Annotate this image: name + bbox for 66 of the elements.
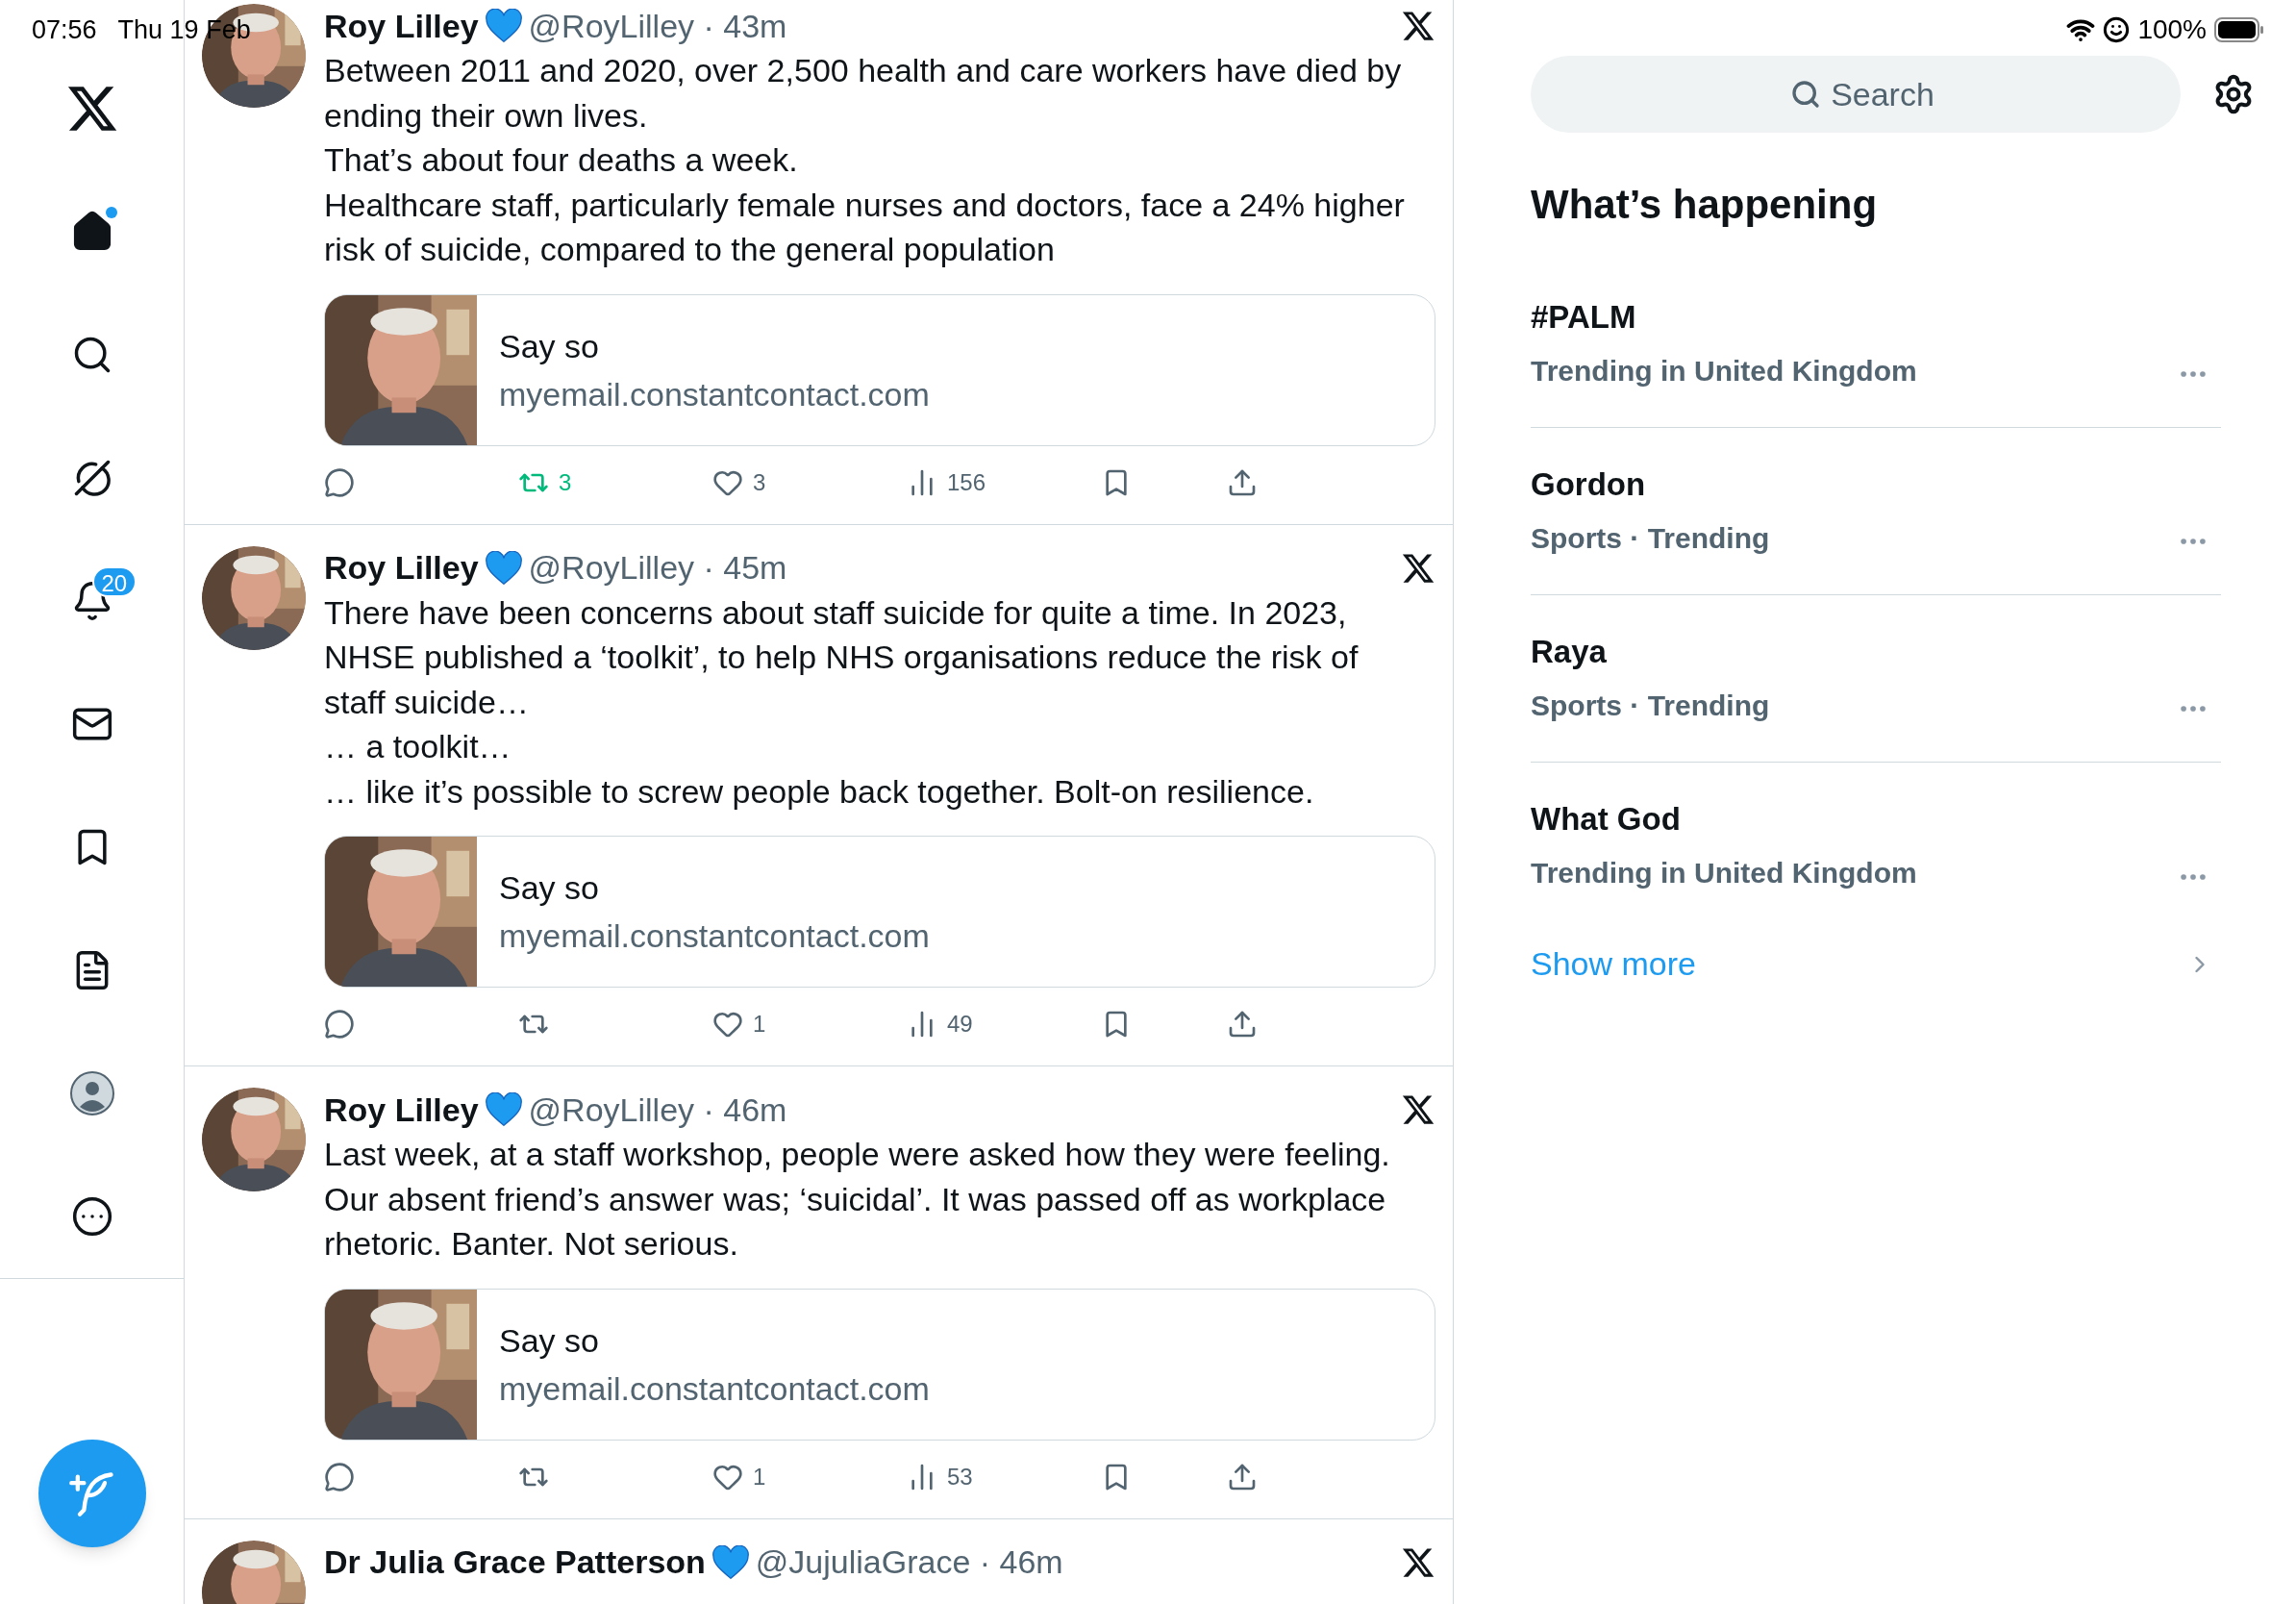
status-time: 07:56: [32, 13, 97, 46]
author-name[interactable]: Dr Julia Grace Patterson: [324, 1538, 706, 1587]
card-domain: myemail.constantcontact.com: [499, 1368, 930, 1409]
reply-button[interactable]: [324, 1461, 355, 1492]
share-button[interactable]: [1227, 1009, 1258, 1040]
trend-title: #PALM: [1531, 297, 1637, 337]
tweet-text: There have been concerns about staff suicide for quite a time. In 2023, NHSE published a ‘toolkit’, to help NHS organisations reduce the risk of staff suicide…: [324, 592, 1360, 722]
tweet-text: Healthcare staff, particularly female nurses and doctors, face a 24% higher risk of suicide, compared to the general population: [324, 185, 1406, 269]
tweet-text: Between 2011 and 2020, over 2,500 health and care workers have died by ending their own lives.: [324, 51, 1403, 136]
search-field[interactable]: Search: [1531, 56, 2181, 133]
tweet-text: That’s about four deaths a week.: [324, 140, 799, 180]
handle-and-time: @JujuliaGrace · 46m: [755, 1542, 1063, 1582]
card-title: Say so: [499, 868, 600, 908]
reply-button[interactable]: [324, 1009, 355, 1040]
speech-bubble-icon: [324, 1461, 355, 1492]
like-button[interactable]: 1: [712, 1459, 766, 1494]
trend-title: Gordon: [1531, 464, 1647, 504]
handle-and-time: @RoyLilley · 46m: [528, 1090, 787, 1130]
tweet-text: … a toolkit…: [324, 727, 512, 766]
like-button[interactable]: 3: [712, 464, 766, 500]
link-card[interactable]: Say so myemail.constantcontact.com: [324, 293, 1435, 446]
trend-item[interactable]: #PALM Trending in United Kingdom: [1531, 261, 2221, 428]
author-name[interactable]: Roy Lilley: [324, 1, 479, 51]
card-domain: myemail.constantcontact.com: [499, 374, 930, 414]
trend-subtitle: Sports · Trending: [1531, 520, 1771, 556]
tweet-text: … like it’s possible to screw people back together. Bolt-on resilience.: [324, 771, 1315, 812]
heart-icon: [484, 9, 523, 43]
link-card[interactable]: Say so myemail.constantcontact.com: [324, 1288, 1435, 1441]
heart-icon: [484, 1092, 523, 1127]
trend-subtitle: Trending in United Kingdom: [1531, 856, 1918, 890]
trend-title: Raya: [1531, 632, 1608, 671]
trend-item[interactable]: Gordon Sports · Trending: [1531, 428, 2221, 595]
heart-icon: [711, 1544, 750, 1580]
author-name[interactable]: Roy Lilley: [324, 1085, 479, 1135]
speech-bubble-icon: [324, 1009, 355, 1040]
share-icon: [1227, 1009, 1258, 1040]
author-name[interactable]: Roy Lilley: [324, 543, 479, 592]
speech-bubble-icon: [324, 466, 355, 498]
section-heading: What’s happening: [1531, 181, 1879, 229]
card-title: Say so: [499, 326, 600, 366]
card-title: Say so: [499, 1320, 600, 1361]
smiley-icon: [2103, 16, 2131, 43]
views-button[interactable]: 156: [907, 464, 986, 500]
trend-subtitle: Trending in United Kingdom: [1531, 353, 1918, 388]
tweet-text: Last week, at a staff workshop, people were asked how they were feeling.: [324, 1135, 1391, 1174]
trend-title: What God: [1531, 800, 1682, 839]
trend-subtitle: Sports · Trending: [1531, 688, 1771, 723]
heart-icon: [484, 550, 523, 586]
x-logo-icon: [1401, 9, 1435, 43]
views-button[interactable]: 49: [907, 1007, 973, 1041]
tweet[interactable]: Dr Julia Grace Patterson @JujuliaGrace · 46m: [185, 1518, 1453, 1604]
trend-item[interactable]: What God Trending in United Kingdom: [1531, 763, 2221, 930]
like-button[interactable]: 1: [712, 1007, 766, 1041]
handle-and-time: @RoyLilley · 43m: [528, 6, 787, 46]
views-button[interactable]: 53: [907, 1459, 973, 1494]
notification-badge: 20: [91, 566, 137, 597]
handle-and-time: @RoyLilley · 45m: [528, 548, 787, 588]
battery-icon: [2214, 17, 2264, 42]
link-card[interactable]: Say so myemail.constantcontact.com: [324, 836, 1435, 988]
battery-percent: 100%: [2137, 13, 2207, 46]
reply-button[interactable]: [324, 466, 355, 498]
trend-item[interactable]: Raya Sports · Trending: [1531, 595, 2221, 763]
card-domain: myemail.constantcontact.com: [499, 916, 930, 956]
search-icon: [1790, 79, 1821, 110]
x-logo-icon: [1401, 1092, 1435, 1127]
tweet-text: Our absent friend’s answer was; ‘suicidal’. It was passed off as workplace rhetoric. Banter. Not serious.: [324, 1179, 1387, 1264]
